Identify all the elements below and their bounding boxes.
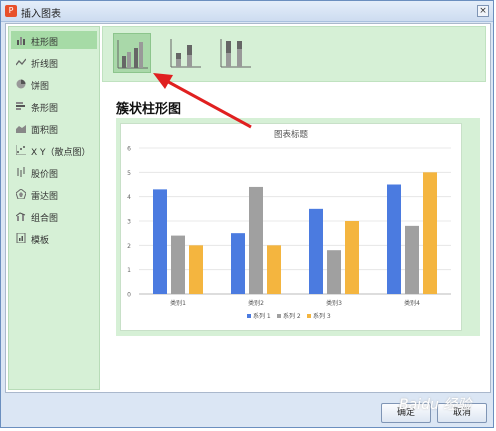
legend-label: 系列 2 [283, 312, 301, 320]
stacked-column-icon [170, 39, 201, 68]
chart-variant-strip [102, 26, 486, 82]
area-chart-icon [16, 125, 26, 133]
bar-chart-icon [16, 102, 25, 110]
sidebar-item-label: 面积图 [31, 126, 59, 136]
app-logo-icon: P [5, 5, 17, 17]
sidebar-item-combo-chart[interactable]: 组合图 [11, 207, 97, 225]
bar-3-3 [345, 221, 359, 294]
x-tick-label: 类别4 [404, 299, 420, 307]
chart-preview: 图表标题 0 1 2 3 4 5 6 类别1 类别2 类别3 类别4 系列 1 系列 2 系列 3 [120, 123, 462, 331]
bar-2-3 [327, 250, 341, 294]
sidebar-item-area-chart[interactable]: 面积图 [11, 119, 97, 137]
sidebar-item-stock-chart[interactable]: 股价图 [11, 163, 97, 181]
column-chart-icon [17, 37, 25, 45]
sidebar-item-label: 组合图 [31, 214, 59, 224]
y-tick-label: 5 [127, 170, 131, 177]
dialog-body: 柱形图折线图饼图条形图面积图 X Y（散点图） 股价图雷达图组合图模板 [5, 23, 491, 393]
sidebar-item-column-chart[interactable]: 柱形图 [11, 31, 97, 49]
sidebar-item-template[interactable]: 模板 [11, 229, 97, 247]
stock-chart-icon [17, 167, 25, 177]
dialog-title: 插入图表 [21, 9, 61, 20]
y-tick-label: 3 [127, 219, 131, 226]
sidebar-item-line-chart[interactable]: 折线图 [11, 53, 97, 71]
bar-1-1 [153, 189, 167, 294]
legend-label: 系列 1 [253, 312, 271, 320]
bar-1-2 [231, 233, 245, 294]
legend-label: 系列 3 [313, 312, 331, 320]
legend-swatch [247, 314, 251, 318]
sidebar-item-scatter-chart[interactable]: X Y（散点图） [11, 141, 97, 159]
bar-3-4 [423, 172, 437, 294]
x-tick-label: 类别3 [326, 299, 342, 307]
scatter-chart-icon [16, 145, 26, 155]
sidebar-item-label: 条形图 [31, 104, 59, 114]
x-tick-label: 类别2 [248, 299, 264, 307]
bar-2-4 [405, 225, 419, 294]
clustered-column-variant[interactable] [113, 33, 151, 73]
legend-swatch [277, 314, 281, 318]
bar-3-2 [267, 245, 281, 294]
bar-2-2 [249, 186, 263, 294]
chart-preview-area: 图表标题 0 1 2 3 4 5 6 类别1 类别2 类别3 类别4 系列 1 系列 2 系列 3 [116, 118, 480, 336]
sidebar-item-label: 模板 [31, 236, 50, 246]
insert-chart-dialog: P 插入图表 × 柱形图折线图饼图条形图面积图 X Y（散点图） 股价图雷达图组合图… [0, 0, 494, 428]
sidebar-item-label: 雷达图 [31, 192, 59, 202]
template-icon [16, 233, 26, 243]
sidebar-item-radar-chart[interactable]: 雷达图 [11, 185, 97, 203]
close-button[interactable]: × [477, 5, 489, 17]
y-tick-label: 6 [127, 146, 131, 153]
clustered-column-icon [117, 40, 148, 69]
y-tick-label: 4 [127, 194, 131, 201]
bar-2-1 [171, 235, 185, 294]
sidebar-item-label: 股价图 [31, 170, 59, 180]
x-tick-label: 类别1 [170, 299, 186, 307]
percent-stacked-column-variant[interactable] [217, 33, 255, 73]
stacked-column-variant[interactable] [167, 33, 205, 73]
sidebar-item-label: 柱形图 [31, 38, 59, 48]
sidebar-item-bar-chart[interactable]: 条形图 [11, 97, 97, 115]
sidebar-item-label: X Y（散点图） [31, 148, 91, 158]
bar-1-3 [309, 208, 323, 294]
title-bar: P 插入图表 × [1, 1, 493, 22]
combo-chart-icon [16, 212, 26, 221]
line-chart-icon [16, 58, 26, 66]
chart-title: 图表标题 [274, 129, 309, 140]
main-panel: 簇状柱形图 图表标题 0 1 2 3 4 5 6 类别1 类别2 类别3 类别4 系列 1 系列 2 系列 … [102, 26, 488, 390]
percent-stacked-column-icon [220, 39, 251, 68]
sidebar-item-label: 饼图 [31, 82, 50, 92]
sidebar-item-label: 折线图 [31, 60, 59, 70]
bar-3-1 [189, 245, 203, 294]
chart-type-heading: 簇状柱形图 [116, 102, 182, 117]
y-tick-label: 0 [127, 292, 131, 299]
radar-chart-icon [16, 189, 26, 199]
sidebar-item-pie-chart[interactable]: 饼图 [11, 75, 97, 93]
chart-type-sidebar: 柱形图折线图饼图条形图面积图 X Y（散点图） 股价图雷达图组合图模板 [8, 26, 100, 390]
pie-chart-icon [16, 79, 26, 89]
baidu-watermark: Baidu 经验 [399, 397, 472, 413]
column-chart: 图表标题 0 1 2 3 4 5 6 类别1 类别2 类别3 类别4 系列 1 系列 2 系列 3 [127, 129, 451, 320]
y-tick-label: 1 [127, 267, 131, 274]
bar-1-4 [387, 184, 401, 294]
y-tick-label: 2 [127, 243, 131, 250]
legend-swatch [307, 314, 311, 318]
